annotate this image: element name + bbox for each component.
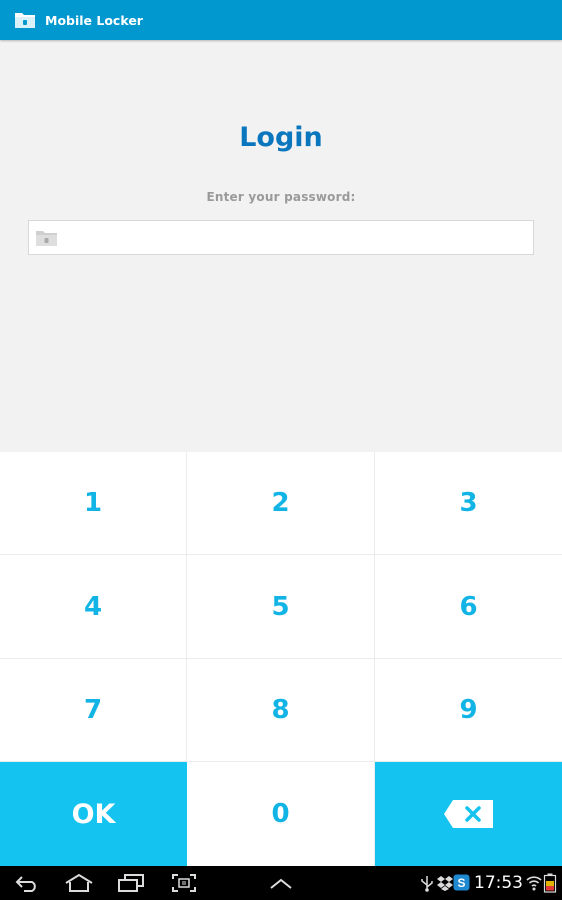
login-panel: Login Enter your password: xyxy=(0,40,562,452)
key-1[interactable]: 1 xyxy=(0,452,187,555)
password-input[interactable] xyxy=(65,221,527,254)
folder-lock-icon xyxy=(36,231,57,246)
key-3[interactable]: 3 xyxy=(375,452,562,555)
key-2[interactable]: 2 xyxy=(187,452,375,555)
folder-lock-icon xyxy=(15,13,35,28)
svg-text:S: S xyxy=(457,876,465,890)
login-heading: Login xyxy=(239,122,323,153)
key-8[interactable]: 8 xyxy=(187,659,375,762)
ok-button[interactable]: OK xyxy=(0,762,187,866)
back-icon[interactable] xyxy=(14,874,40,892)
backspace-button[interactable] xyxy=(375,762,562,866)
password-field[interactable] xyxy=(28,220,534,255)
key-6[interactable]: 6 xyxy=(375,555,562,659)
battery-icon xyxy=(543,873,557,893)
key-7[interactable]: 7 xyxy=(0,659,187,762)
home-icon[interactable] xyxy=(64,873,94,893)
app-title: Mobile Locker xyxy=(45,12,143,28)
system-navigation-bar: S 17:53 xyxy=(0,866,562,900)
numeric-keypad: 1 2 3 4 5 6 7 8 9 OK 0 xyxy=(0,452,562,866)
skype-icon: S xyxy=(453,874,470,891)
action-bar: Mobile Locker xyxy=(0,0,562,40)
backspace-icon xyxy=(443,800,493,828)
menu-up-icon[interactable] xyxy=(268,876,294,890)
key-4[interactable]: 4 xyxy=(0,555,187,659)
screenshot-icon[interactable] xyxy=(171,873,197,893)
key-5[interactable]: 5 xyxy=(187,555,375,659)
password-prompt: Enter your password: xyxy=(206,190,356,204)
recent-apps-icon[interactable] xyxy=(117,873,145,893)
key-9[interactable]: 9 xyxy=(375,659,562,762)
clock: 17:53 xyxy=(474,873,523,893)
key-0[interactable]: 0 xyxy=(187,762,375,866)
wifi-icon xyxy=(526,876,542,891)
dropbox-icon xyxy=(437,876,453,891)
usb-icon xyxy=(421,876,433,892)
